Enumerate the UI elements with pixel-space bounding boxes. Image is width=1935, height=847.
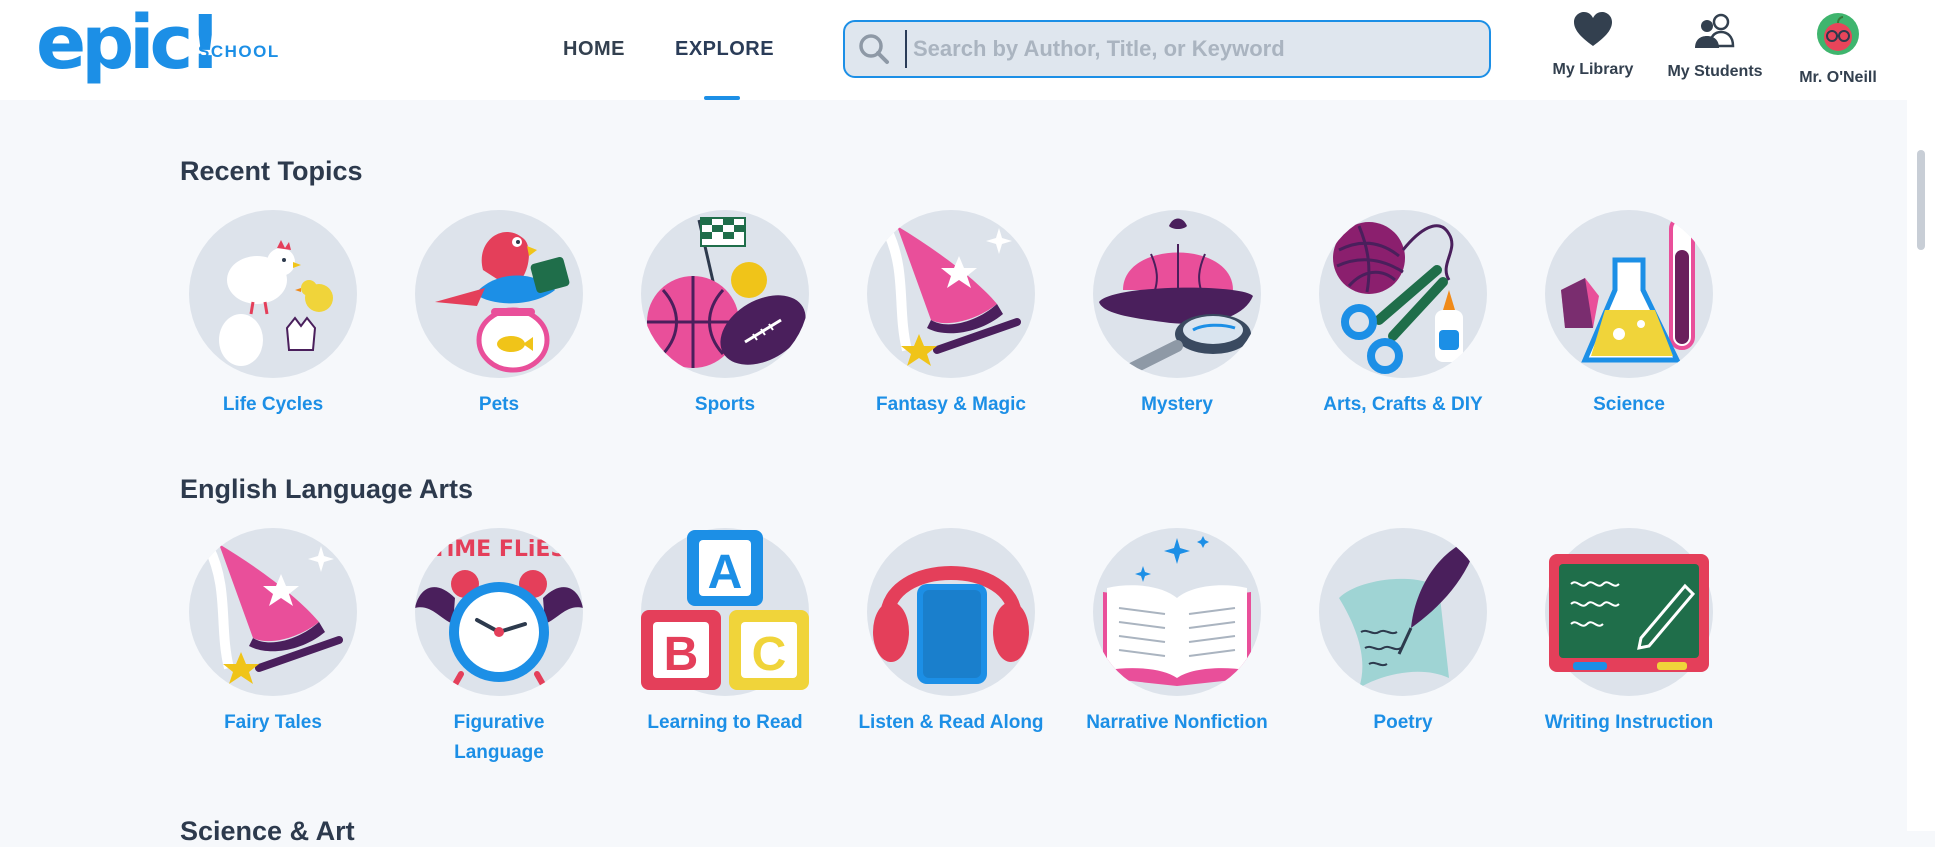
topic-label: Life Cycles [222,394,324,415]
active-tab-indicator [704,96,740,100]
topic-label: Sports [694,394,756,415]
section-title-recent-topics: Recent Topics [180,156,363,186]
topic-label: Poetry [1373,712,1433,733]
chalkboard-icon [1545,528,1713,696]
topic-label: Listen & Read Along [858,712,1044,733]
my-library-button[interactable]: My Library [1528,12,1658,79]
topic-science[interactable]: Science [1529,210,1729,420]
quill-scroll-icon [1319,528,1487,696]
topic-label: Learning to Read [647,712,803,733]
search-input[interactable] [905,30,1483,68]
detective-hat-icon [1093,210,1261,378]
topic-life-cycles[interactable]: Life Cycles [173,210,373,420]
yarn-scissors-icon [1319,210,1487,378]
heart-icon [1574,12,1612,46]
students-icon [1695,13,1735,48]
topic-fairy-tales[interactable]: Fairy Tales [173,528,373,738]
topic-label: Narrative Nonfiction [1086,712,1268,733]
my-library-label: My Library [1552,61,1634,78]
block-letter-b: B [664,628,699,681]
topic-poetry[interactable]: Poetry [1303,528,1503,738]
abc-blocks-icon: A B C [641,528,809,696]
profile-label: Mr. O'Neill [1799,69,1877,86]
time-flies-banner: TiME FLiES [432,537,567,562]
my-students-button[interactable]: My Students [1650,12,1780,81]
topic-arts-crafts-diy[interactable]: Arts, Crafts & DIY [1303,210,1503,420]
block-letter-c: C [752,628,787,681]
topic-label: Fantasy & Magic [876,394,1026,415]
wizard-hat-icon [189,528,357,696]
topic-label: Figurative Language [453,712,545,763]
topic-label: Science [1593,394,1665,415]
epic-logo[interactable]: epic! [36,6,222,80]
my-students-label: My Students [1667,63,1763,80]
nav-home[interactable]: HOME [563,38,625,61]
alarm-clock-icon: TiME FLiES [415,528,583,696]
chicken-egg-icon [189,210,357,378]
search-icon [859,34,889,64]
section-title-science-art: Science & Art [180,816,355,846]
scrollbar[interactable] [1907,0,1935,831]
wizard-hat-icon [867,210,1035,378]
topic-mystery[interactable]: Mystery [1077,210,1277,420]
topic-pets[interactable]: Pets [399,210,599,420]
topic-label: Fairy Tales [224,712,322,733]
topic-figurative-language[interactable]: TiME FLiES Figurative Language [399,528,599,768]
nav-explore[interactable]: EXPLORE [675,38,774,61]
search-bar[interactable] [843,20,1491,78]
flask-icon [1545,210,1713,378]
topic-sports[interactable]: Sports [625,210,825,420]
topic-label: Writing Instruction [1544,712,1714,733]
parrot-fishbowl-icon [415,210,583,378]
avatar-icon [1817,13,1859,55]
topic-label: Arts, Crafts & DIY [1323,394,1483,415]
topic-learning-to-read[interactable]: A B C Learning to Read [625,528,825,738]
balls-flag-icon [641,210,809,378]
scrollbar-thumb[interactable] [1917,150,1925,250]
headphones-book-icon [867,528,1035,696]
topic-fantasy-magic[interactable]: Fantasy & Magic [851,210,1051,420]
block-letter-a: A [708,546,743,599]
topic-label: Pets [478,394,520,415]
topic-writing-instruction[interactable]: Writing Instruction [1529,528,1729,738]
profile-button[interactable]: Mr. O'Neill [1773,12,1903,87]
topic-label: Mystery [1141,394,1213,415]
school-label: SCHOOL [198,42,280,61]
topic-listen-read-along[interactable]: Listen & Read Along [851,528,1051,738]
open-book-icon [1093,528,1261,696]
top-navigation-bar: epic! SCHOOL HOME EXPLORE My Library My … [0,0,1907,100]
section-title-english-language-arts: English Language Arts [180,474,474,504]
topic-narrative-nonfiction[interactable]: Narrative Nonfiction [1077,528,1277,738]
